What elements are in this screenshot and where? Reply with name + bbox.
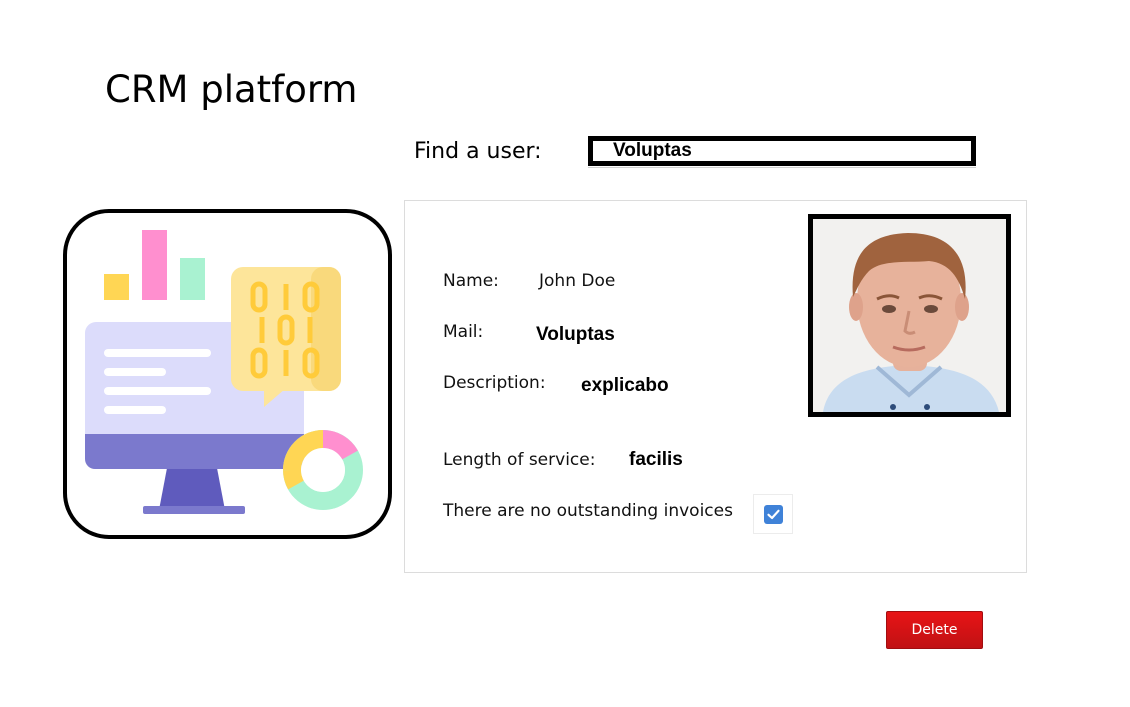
name-value: John Doe	[539, 271, 616, 291]
description-value: explicabo	[581, 375, 669, 396]
mail-value: Voluptas	[536, 324, 615, 345]
delete-button[interactable]: Delete	[886, 611, 983, 649]
invoices-label: There are no outstanding invoices	[443, 501, 733, 521]
search-label: Find a user:	[414, 139, 542, 164]
crm-illustration	[63, 209, 392, 539]
page-title: CRM platform	[105, 68, 358, 111]
invoices-checkbox[interactable]	[764, 505, 783, 524]
description-label: Description:	[443, 373, 546, 393]
user-avatar-icon	[813, 219, 1006, 412]
check-icon	[767, 509, 780, 520]
service-label: Length of service:	[443, 450, 596, 470]
mail-label: Mail:	[443, 322, 484, 342]
service-value: facilis	[629, 449, 683, 470]
invoices-checkbox-wrapper	[753, 494, 793, 534]
chat-bubble-icon	[231, 267, 341, 407]
bar-pink-icon	[142, 230, 167, 300]
search-underline	[588, 167, 976, 168]
bar-mint-icon	[180, 258, 205, 300]
user-detail-card: Name: John Doe Mail: Voluptas Descriptio…	[404, 200, 1027, 573]
crm-dashboard-icon	[63, 209, 392, 539]
name-label: Name:	[443, 271, 499, 291]
bar-yellow-icon	[104, 274, 129, 300]
search-box[interactable]	[588, 136, 976, 166]
search-input[interactable]	[601, 141, 973, 161]
user-photo	[808, 214, 1011, 417]
donut-chart-icon	[283, 430, 363, 510]
